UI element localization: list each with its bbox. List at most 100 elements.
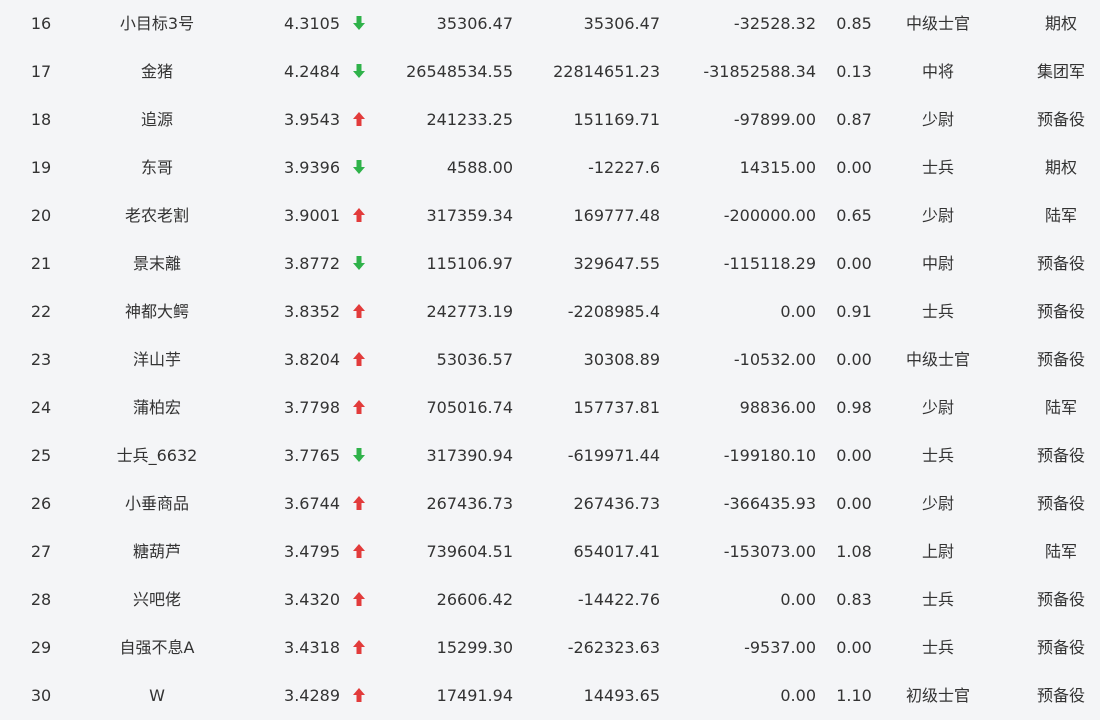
rank-cell: 30 bbox=[30, 686, 52, 705]
ratio-cell: 0.91 bbox=[836, 302, 872, 321]
value-1-cell: 267436.73 bbox=[426, 494, 513, 513]
score-cell: 4.3105 bbox=[284, 14, 340, 33]
value-3-cell: 0.00 bbox=[780, 686, 816, 705]
table-row[interactable]: 22 神都大鳄 3.8352 242773.19 -2208985.4 0.00 0.91 士… bbox=[0, 288, 1100, 336]
value-3-cell: -200000.00 bbox=[723, 206, 816, 225]
rank-cell: 18 bbox=[30, 110, 52, 129]
table-row[interactable]: 17 金猪 4.2484 26548534.55 22814651.23 -3185258… bbox=[0, 48, 1100, 96]
level-cell: 士兵 bbox=[921, 158, 954, 177]
arrow-up-icon bbox=[350, 480, 368, 528]
ratio-cell: 0.83 bbox=[836, 590, 872, 609]
value-3-cell: -153073.00 bbox=[723, 542, 816, 561]
table-row[interactable]: 20 老农老割 3.9001 317359.34 169777.48 -200000.00… bbox=[0, 192, 1100, 240]
level-cell: 士兵 bbox=[921, 638, 954, 657]
value-2-cell: 30308.89 bbox=[583, 350, 660, 369]
value-1-cell: 15299.30 bbox=[436, 638, 513, 657]
value-2-cell: -14422.76 bbox=[577, 590, 660, 609]
category-cell: 预备役 bbox=[1036, 686, 1085, 705]
value-3-cell: -115118.29 bbox=[723, 254, 816, 273]
value-2-cell: -619971.44 bbox=[567, 446, 660, 465]
table-row[interactable]: 30 W 3.4289 17491.94 14493.65 0.00 1.10 初级士官 预备役 bbox=[0, 672, 1100, 720]
score-cell: 3.9543 bbox=[284, 110, 340, 129]
category-cell: 陆军 bbox=[1044, 398, 1077, 417]
arrow-down-icon bbox=[350, 144, 368, 192]
value-3-cell: 0.00 bbox=[780, 302, 816, 321]
table-row[interactable]: 28 兴吧佬 3.4320 26606.42 -14422.76 0.00 0.83 士兵 预备… bbox=[0, 576, 1100, 624]
level-cell: 上尉 bbox=[921, 542, 954, 561]
table-row[interactable]: 24 蒲柏宏 3.7798 705016.74 157737.81 98836.00 0.9… bbox=[0, 384, 1100, 432]
table-row[interactable]: 21 景末離 3.8772 115106.97 329647.55 -115118.29 0… bbox=[0, 240, 1100, 288]
rank-cell: 23 bbox=[30, 350, 52, 369]
level-cell: 中级士官 bbox=[905, 14, 970, 33]
table-row[interactable]: 19 东哥 3.9396 4588.00 -12227.6 14315.00 0.00 士兵 期… bbox=[0, 144, 1100, 192]
level-cell: 少尉 bbox=[921, 494, 954, 513]
table-row[interactable]: 25 士兵_6632 3.7765 317390.94 -619971.44 -19918… bbox=[0, 432, 1100, 480]
value-2-cell: 22814651.23 bbox=[553, 62, 660, 81]
score-cell: 3.4320 bbox=[284, 590, 340, 609]
rank-cell: 19 bbox=[30, 158, 52, 177]
value-2-cell: -2208985.4 bbox=[567, 302, 660, 321]
table-row[interactable]: 29 自强不息A 3.4318 15299.30 -262323.63 -9537.00 0… bbox=[0, 624, 1100, 672]
value-3-cell: 0.00 bbox=[780, 590, 816, 609]
score-cell: 3.6744 bbox=[284, 494, 340, 513]
ratio-cell: 0.87 bbox=[836, 110, 872, 129]
value-3-cell: -31852588.34 bbox=[703, 62, 816, 81]
value-1-cell: 241233.25 bbox=[426, 110, 513, 129]
value-3-cell: 98836.00 bbox=[739, 398, 816, 417]
name-cell: 蒲柏宏 bbox=[132, 398, 181, 417]
value-1-cell: 35306.47 bbox=[436, 14, 513, 33]
rank-cell: 29 bbox=[30, 638, 52, 657]
rank-cell: 20 bbox=[30, 206, 52, 225]
category-cell: 期权 bbox=[1044, 14, 1077, 33]
table-row[interactable]: 26 小垂商品 3.6744 267436.73 267436.73 -366435.93… bbox=[0, 480, 1100, 528]
ranking-table: 16 小目标3号 4.3105 35306.47 35306.47 -32528.32 0.… bbox=[0, 0, 1100, 720]
arrow-up-icon bbox=[350, 96, 368, 144]
arrow-up-icon bbox=[350, 672, 368, 720]
table-row[interactable]: 16 小目标3号 4.3105 35306.47 35306.47 -32528.32 0.… bbox=[0, 0, 1100, 48]
score-cell: 3.4289 bbox=[284, 686, 340, 705]
name-cell: 老农老割 bbox=[124, 206, 189, 225]
table-row[interactable]: 27 糖葫芦 3.4795 739604.51 654017.41 -153073.00 1… bbox=[0, 528, 1100, 576]
value-3-cell: -10532.00 bbox=[733, 350, 816, 369]
ratio-cell: 0.00 bbox=[836, 254, 872, 273]
category-cell: 预备役 bbox=[1036, 350, 1085, 369]
table-row[interactable]: 23 洋山芋 3.8204 53036.57 30308.89 -10532.00 0.00… bbox=[0, 336, 1100, 384]
value-1-cell: 53036.57 bbox=[436, 350, 513, 369]
value-1-cell: 739604.51 bbox=[426, 542, 513, 561]
arrow-down-icon bbox=[350, 48, 368, 96]
rank-cell: 22 bbox=[30, 302, 52, 321]
arrow-down-icon bbox=[350, 0, 368, 48]
value-1-cell: 317390.94 bbox=[426, 446, 513, 465]
value-2-cell: 14493.65 bbox=[583, 686, 660, 705]
value-3-cell: -199180.10 bbox=[723, 446, 816, 465]
arrow-down-icon bbox=[350, 432, 368, 480]
category-cell: 预备役 bbox=[1036, 446, 1085, 465]
value-1-cell: 317359.34 bbox=[426, 206, 513, 225]
arrow-up-icon bbox=[350, 528, 368, 576]
ratio-cell: 0.65 bbox=[836, 206, 872, 225]
name-cell: 兴吧佬 bbox=[132, 590, 181, 609]
value-3-cell: 14315.00 bbox=[739, 158, 816, 177]
ratio-cell: 0.00 bbox=[836, 638, 872, 657]
ratio-cell: 1.08 bbox=[836, 542, 872, 561]
name-cell: 糖葫芦 bbox=[132, 542, 181, 561]
value-2-cell: 151169.71 bbox=[573, 110, 660, 129]
score-cell: 3.9396 bbox=[284, 158, 340, 177]
value-2-cell: 157737.81 bbox=[573, 398, 660, 417]
value-2-cell: 169777.48 bbox=[573, 206, 660, 225]
arrow-up-icon bbox=[350, 288, 368, 336]
arrow-down-icon bbox=[350, 240, 368, 288]
value-2-cell: 35306.47 bbox=[583, 14, 660, 33]
level-cell: 初级士官 bbox=[905, 686, 970, 705]
score-cell: 3.8204 bbox=[284, 350, 340, 369]
score-cell: 3.9001 bbox=[284, 206, 340, 225]
category-cell: 预备役 bbox=[1036, 302, 1085, 321]
ratio-cell: 0.85 bbox=[836, 14, 872, 33]
score-cell: 3.7798 bbox=[284, 398, 340, 417]
table-row[interactable]: 18 追源 3.9543 241233.25 151169.71 -97899.00 0.8… bbox=[0, 96, 1100, 144]
name-cell: 小垂商品 bbox=[124, 494, 189, 513]
rank-cell: 28 bbox=[30, 590, 52, 609]
score-cell: 3.4318 bbox=[284, 638, 340, 657]
ratio-cell: 0.00 bbox=[836, 350, 872, 369]
arrow-up-icon bbox=[350, 576, 368, 624]
